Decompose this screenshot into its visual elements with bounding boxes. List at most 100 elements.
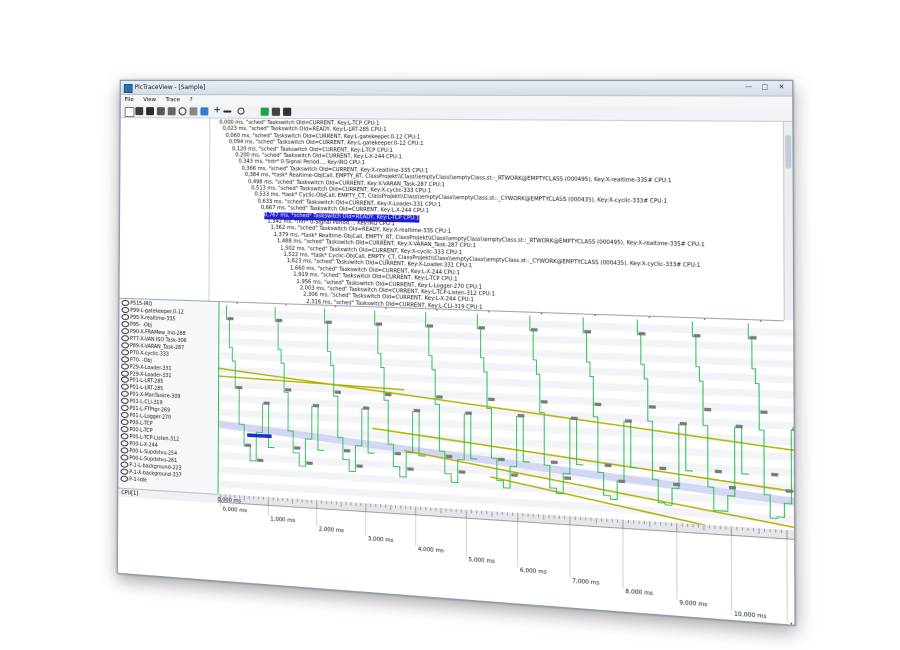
menu-file[interactable]: File [121,95,138,105]
task-block [458,470,466,474]
eye-icon[interactable] [121,313,130,321]
export-icon[interactable] [260,107,269,116]
axis-tick-label: 2,000 ms [319,526,345,534]
chart-icon[interactable] [283,107,292,116]
eye-icon[interactable] [121,334,130,342]
preview-icon[interactable] [167,107,176,116]
menu-trace[interactable]: Trace [162,95,184,105]
find-icon[interactable] [178,107,187,116]
task-block [236,385,243,390]
zoom-out-icon[interactable] [223,110,232,113]
minimize-icon[interactable]: — [743,83,755,92]
scroll-thumb[interactable] [785,135,792,169]
eye-icon[interactable] [121,355,129,363]
eye-icon[interactable] [120,468,129,475]
axis-tick-label: 1,000 ms [270,516,295,524]
eye-icon[interactable] [120,461,129,468]
task-block [257,458,264,463]
app-icon [123,84,133,94]
eye-icon[interactable] [121,369,129,377]
task-block [413,408,421,413]
task-block [618,479,626,484]
task-block [594,402,602,407]
eye-icon[interactable] [120,426,129,433]
print-icon[interactable] [156,107,165,116]
task-block [478,326,485,330]
task-block [488,397,495,402]
menu-view[interactable]: View [139,95,160,105]
task-block [343,449,351,453]
task-block [570,416,578,421]
eye-icon[interactable] [120,397,129,405]
task-block [517,413,525,418]
task-block [648,405,656,409]
eye-icon[interactable] [120,447,129,454]
eye-icon[interactable] [120,418,129,426]
task-block [294,446,301,450]
task-block [679,421,687,426]
maximize-icon[interactable]: □ [759,83,771,92]
close-icon[interactable]: ✕ [776,83,788,92]
task-block [276,318,283,323]
task-block [426,324,434,328]
eye-icon[interactable] [121,320,130,328]
eye-icon[interactable] [120,404,129,412]
task-block [704,407,712,412]
log-scrollbar[interactable] [782,121,795,321]
axis-tick-label: 3,000 ms [368,536,394,544]
eye-icon[interactable] [120,390,129,398]
eye-icon[interactable] [120,454,129,461]
eye-icon[interactable] [120,433,129,440]
app-window: PlcTraceView - [Sample] — □ ✕ File View … [116,80,796,626]
axis-tick-label: 8,000 ms [625,589,653,598]
task-block [760,410,768,415]
task-block [394,451,401,456]
menu-help[interactable]: ? [186,95,197,105]
task-block [445,454,453,459]
help-icon[interactable] [237,107,245,115]
zoom-in-icon[interactable]: + [213,105,221,115]
eye-icon[interactable] [120,440,129,447]
eye-icon[interactable] [121,327,130,335]
axis-tick-label: 5,000 ms [468,557,495,565]
task-block [511,473,518,477]
task-block [625,419,632,423]
zoom-icon[interactable] [189,107,198,116]
trace-plot[interactable] [218,302,795,530]
eye-icon[interactable] [120,383,129,391]
task-block [285,388,292,392]
axis-origin-label: 0,000 ms [218,497,242,505]
task-block [375,322,383,326]
zoom-fit-icon[interactable] [200,107,209,116]
task-block [564,476,572,480]
task-block [385,392,392,397]
axis-tick-label: 6,000 ms [520,567,547,576]
eye-icon[interactable] [121,348,130,356]
task-block [771,472,779,477]
record-icon[interactable] [271,107,281,116]
task-block [325,320,332,324]
open-icon[interactable] [135,107,144,116]
eye-icon[interactable] [121,376,129,384]
task-block [735,424,743,429]
task-block [530,328,538,332]
task-block [659,466,667,471]
task-block [306,461,313,465]
eye-icon[interactable] [120,411,129,419]
eye-icon[interactable] [120,475,129,482]
save-icon[interactable] [146,107,154,116]
eye-icon[interactable] [121,299,130,307]
task-block [356,464,363,468]
new-icon[interactable] [124,107,135,118]
event-log[interactable]: 0,000 ms, "sched" Taskswitch Old=CURRENT… [119,118,784,322]
eye-icon[interactable] [121,341,130,349]
task-block [436,395,443,399]
eye-icon[interactable] [121,362,129,370]
axis-tick-label: 7,000 ms [572,578,600,587]
task-block [785,489,793,493]
title-bar[interactable]: PlcTraceView - [Sample] — □ ✕ [120,80,793,97]
axis-tick-label: 9,000 ms [679,600,708,609]
window-title: PlcTraceView - [Sample] [134,84,206,92]
task-block [749,335,757,340]
eye-icon[interactable] [121,306,130,314]
